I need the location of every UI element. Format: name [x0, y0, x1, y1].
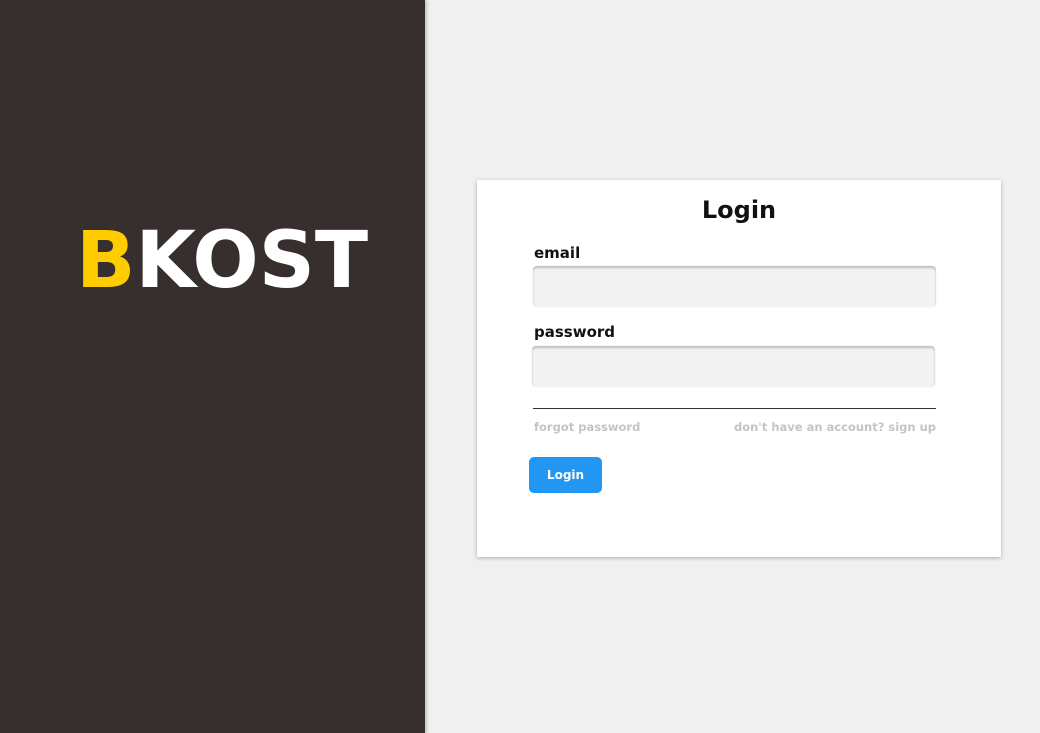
brand-panel: BKOST	[0, 0, 425, 733]
logo-letter-b: B	[76, 216, 136, 306]
password-field[interactable]	[532, 346, 935, 387]
bkost-logo: BKOST	[76, 222, 368, 300]
password-label: password	[534, 323, 616, 341]
email-label: email	[534, 244, 581, 262]
login-title: Login	[701, 196, 777, 224]
login-page: BKOST Login email password forgot passwo…	[0, 0, 1040, 733]
form-divider	[533, 408, 936, 409]
logo-text-kost: KOST	[135, 216, 369, 306]
signup-link[interactable]: don't have an account? sign up	[734, 420, 936, 434]
login-card: Login email password forgot password don…	[477, 180, 1001, 557]
email-field[interactable]	[533, 266, 936, 307]
forgot-password-link[interactable]: forgot password	[534, 420, 640, 434]
login-button[interactable]: Login	[529, 457, 602, 493]
